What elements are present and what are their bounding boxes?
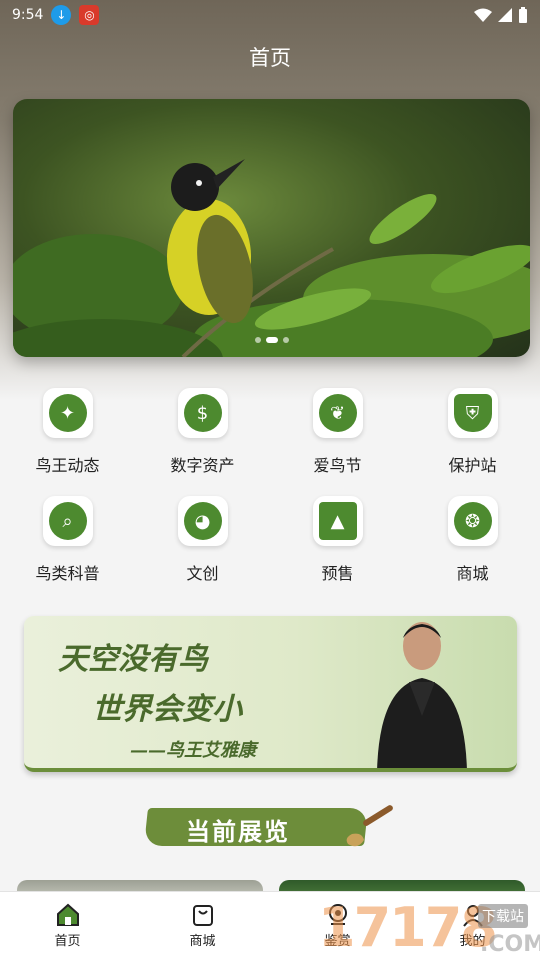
status-bar: 9:54 ↓ ◎ — [0, 0, 540, 30]
signal-icon — [498, 8, 512, 22]
bird-leaf-icon: ❦ — [312, 388, 363, 438]
bird-circle-icon: ❂ — [447, 496, 498, 546]
section-title-current-exhibition: 当前展览 — [144, 804, 400, 850]
quote-banner[interactable]: 天空没有鸟 世界会变小 ——鸟王艾雅康 — [24, 616, 517, 772]
shield-bird-icon: ⛨ — [447, 388, 498, 438]
bottom-tab-bar: 首页 商城 鉴赏 我的 — [0, 891, 540, 960]
page-title: 首页 — [249, 46, 291, 70]
carousel-dot[interactable] — [254, 337, 261, 343]
battery-icon — [519, 7, 527, 23]
grid-label: 数字资产 — [170, 456, 235, 475]
carousel-indicators — [13, 337, 530, 343]
status-time: 9:54 — [12, 7, 44, 23]
download-icon: ↓ — [51, 5, 72, 25]
tab-label: 我的 — [459, 934, 486, 949]
quote-author: ——鸟王艾雅康 — [130, 740, 256, 761]
tab-mine[interactable]: 我的 — [405, 892, 540, 960]
money-bag-icon: $ — [177, 388, 228, 438]
grid-item-mall[interactable]: ❂ 商城 — [405, 496, 540, 584]
user-icon — [462, 905, 483, 927]
grid-label: 鸟王动态 — [35, 456, 100, 475]
bird-icon: ✦ — [42, 388, 93, 438]
tab-label: 商城 — [189, 934, 216, 949]
quote-line-1: 天空没有鸟 — [58, 642, 208, 677]
grid-item-bird-science[interactable]: ⌕ 鸟类科普 — [0, 496, 135, 584]
person-portrait — [377, 622, 467, 768]
grid-label: 鸟类科普 — [35, 564, 100, 583]
feature-grid: ✦ 鸟王动态 $ 数字资产 ❦ 爱鸟节 ⛨ 保护站 ⌕ 鸟类科普 ◕ 文创 ▲ … — [0, 388, 540, 584]
grid-item-digital-assets[interactable]: $ 数字资产 — [135, 388, 270, 476]
tab-label: 首页 — [54, 934, 81, 949]
tab-home[interactable]: 首页 — [0, 892, 135, 960]
grid-item-protection-station[interactable]: ⛨ 保护站 — [405, 388, 540, 476]
bird-head-icon: ◕ — [177, 496, 228, 546]
tab-appreciate[interactable]: 鉴赏 — [270, 892, 405, 960]
grid-item-bird-festival[interactable]: ❦ 爱鸟节 — [270, 388, 405, 476]
shopping-bag-icon — [192, 905, 213, 926]
grid-label: 预售 — [321, 564, 354, 583]
magnifier-icon: ⌕ — [42, 496, 93, 546]
camera-icon — [328, 904, 347, 925]
carousel-dot-active[interactable] — [265, 337, 278, 343]
status-icons — [474, 7, 528, 23]
home-icon — [56, 903, 79, 926]
carousel-dot[interactable] — [282, 337, 289, 343]
section-title-text: 当前展览 — [186, 818, 290, 846]
grid-item-presale[interactable]: ▲ 预售 — [270, 496, 405, 584]
tab-label: 鉴赏 — [324, 934, 351, 949]
app-notification-icon: ◎ — [79, 5, 100, 25]
paintbrush-icon — [346, 805, 393, 847]
grid-label: 爱鸟节 — [313, 456, 362, 475]
quote-line-2: 世界会变小 — [92, 692, 242, 727]
grid-label: 文创 — [186, 564, 219, 583]
grid-item-creative[interactable]: ◕ 文创 — [135, 496, 270, 584]
wifi-icon — [474, 8, 492, 22]
tab-mall[interactable]: 商城 — [135, 892, 270, 960]
grid-label: 商城 — [456, 564, 489, 583]
banner-carousel[interactable] — [13, 99, 530, 357]
banner-bird-image — [13, 159, 530, 357]
grid-label: 保护站 — [448, 456, 497, 475]
image-icon: ▲ — [312, 496, 363, 546]
grid-item-bird-king-news[interactable]: ✦ 鸟王动态 — [0, 388, 135, 476]
